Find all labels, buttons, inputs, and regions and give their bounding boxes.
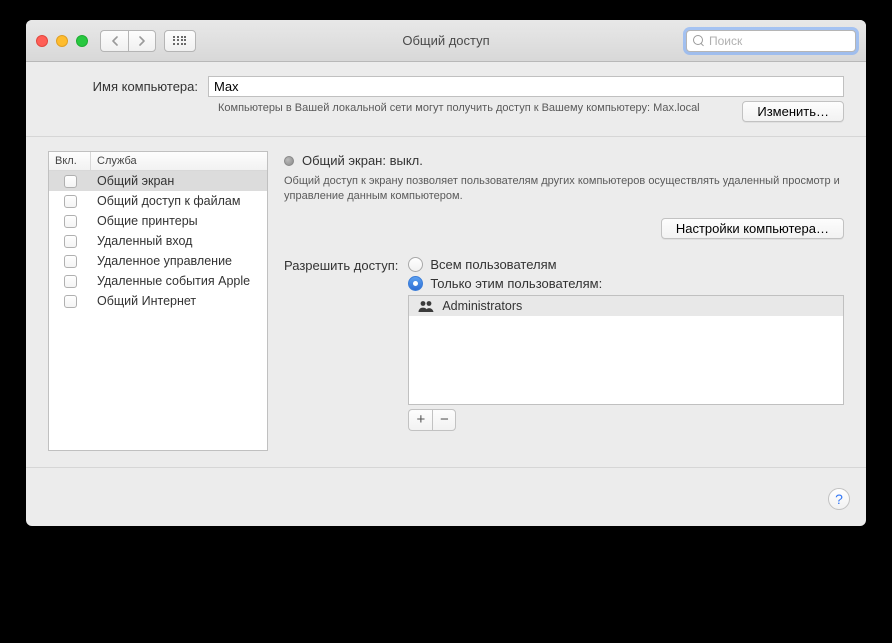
allow-access-label: Разрешить доступ: <box>284 258 398 273</box>
zoom-window-button[interactable] <box>76 35 88 47</box>
service-item-printer-sharing[interactable]: Общие принтеры <box>49 211 267 231</box>
computer-name-label: Имя компьютера: <box>48 79 208 94</box>
divider <box>26 467 866 468</box>
service-label: Общие принтеры <box>91 214 267 228</box>
close-window-button[interactable] <box>36 35 48 47</box>
radio-only-users[interactable] <box>408 276 423 291</box>
services-list: Вкл. Служба Общий экран Общий доступ к ф… <box>48 151 268 451</box>
service-label: Удаленный вход <box>91 234 267 248</box>
service-item-remote-management[interactable]: Удаленное управление <box>49 251 267 271</box>
radio-only-users-label: Только этим пользователям: <box>430 276 602 291</box>
status-text: Общий экран: выкл. <box>302 153 423 168</box>
chevron-right-icon <box>138 36 146 46</box>
user-name: Administrators <box>442 299 522 313</box>
service-item-apple-events[interactable]: Удаленные события Apple <box>49 271 267 291</box>
window-controls <box>36 35 88 47</box>
divider <box>26 136 866 137</box>
status-indicator-icon <box>284 156 294 166</box>
service-checkbox[interactable] <box>64 215 77 228</box>
radio-all-users[interactable] <box>408 257 423 272</box>
minimize-window-button[interactable] <box>56 35 68 47</box>
header-on[interactable]: Вкл. <box>49 152 91 170</box>
service-label: Общий Интернет <box>91 294 267 308</box>
nav-buttons <box>100 30 156 52</box>
users-group-icon <box>417 300 435 312</box>
services-header: Вкл. Служба <box>49 152 267 171</box>
computer-name-input[interactable] <box>208 76 844 97</box>
back-button[interactable] <box>100 30 128 52</box>
service-label: Удаленное управление <box>91 254 267 268</box>
service-label: Общий доступ к файлам <box>91 194 267 208</box>
service-checkbox[interactable] <box>64 295 77 308</box>
service-label: Общий экран <box>91 174 267 188</box>
grid-icon <box>173 36 187 46</box>
titlebar: Общий доступ <box>26 20 866 62</box>
service-checkbox[interactable] <box>64 195 77 208</box>
forward-button[interactable] <box>128 30 156 52</box>
help-button[interactable]: ? <box>828 488 850 510</box>
chevron-left-icon <box>111 36 119 46</box>
search-icon <box>693 35 705 47</box>
header-service[interactable]: Служба <box>91 152 267 170</box>
services-body: Общий экран Общий доступ к файлам Общие … <box>49 171 267 450</box>
window-title: Общий доступ <box>402 33 489 48</box>
service-item-internet-sharing[interactable]: Общий Интернет <box>49 291 267 311</box>
service-detail: Общий экран: выкл. Общий доступ к экрану… <box>284 151 844 451</box>
users-list[interactable]: Administrators <box>408 295 844 405</box>
service-item-screen-sharing[interactable]: Общий экран <box>49 171 267 191</box>
edit-button[interactable]: Изменить… <box>742 101 844 122</box>
service-item-remote-login[interactable]: Удаленный вход <box>49 231 267 251</box>
computer-name-subtext: Компьютеры в Вашей локальной сети могут … <box>218 101 742 116</box>
user-item[interactable]: Administrators <box>409 296 843 316</box>
service-checkbox[interactable] <box>64 235 77 248</box>
computer-settings-button[interactable]: Настройки компьютера… <box>661 218 844 239</box>
service-description: Общий доступ к экрану позволяет пользова… <box>284 174 844 204</box>
service-checkbox[interactable] <box>64 175 77 188</box>
add-user-button[interactable]: + <box>408 409 432 431</box>
remove-user-button[interactable]: − <box>432 409 456 431</box>
search-field[interactable] <box>686 30 856 52</box>
service-label: Удаленные события Apple <box>91 274 267 288</box>
radio-all-users-label: Всем пользователям <box>430 257 556 272</box>
sharing-preferences-window: Общий доступ Имя компьютера: Компьютеры … <box>26 20 866 526</box>
service-item-file-sharing[interactable]: Общий доступ к файлам <box>49 191 267 211</box>
service-checkbox[interactable] <box>64 255 77 268</box>
search-input[interactable] <box>709 34 849 48</box>
service-checkbox[interactable] <box>64 275 77 288</box>
show-all-button[interactable] <box>164 30 196 52</box>
